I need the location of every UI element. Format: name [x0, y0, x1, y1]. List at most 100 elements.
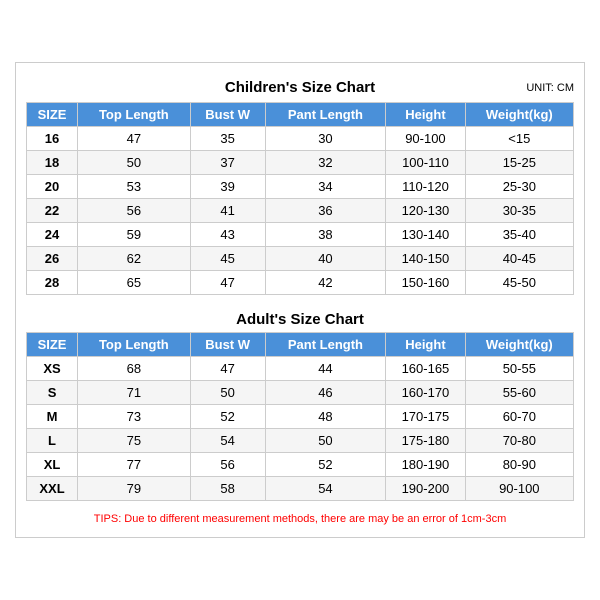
table-cell: 58 — [190, 477, 265, 501]
table-row: M735248170-17560-70 — [27, 405, 574, 429]
table-cell: 52 — [265, 453, 386, 477]
table-cell: 65 — [78, 271, 191, 295]
table-cell: 160-170 — [386, 381, 465, 405]
table-cell: 55-60 — [465, 381, 573, 405]
adult-section-title: Adult's Size Chart — [26, 303, 574, 332]
table-cell: 130-140 — [386, 223, 465, 247]
table-cell: 140-150 — [386, 247, 465, 271]
table-cell: 46 — [265, 381, 386, 405]
table-cell: 36 — [265, 199, 386, 223]
adult-header-cell: Top Length — [78, 333, 191, 357]
table-cell: 50 — [265, 429, 386, 453]
table-cell: 47 — [190, 271, 265, 295]
table-row: S715046160-17055-60 — [27, 381, 574, 405]
table-cell: 50-55 — [465, 357, 573, 381]
table-cell: 30 — [265, 127, 386, 151]
adult-header-row: SIZETop LengthBust WPant LengthHeightWei… — [27, 333, 574, 357]
table-row: 1647353090-100<15 — [27, 127, 574, 151]
table-cell: 30-35 — [465, 199, 573, 223]
table-row: 28654742150-16045-50 — [27, 271, 574, 295]
children-header-cell: Top Length — [78, 103, 191, 127]
adult-header-cell: Pant Length — [265, 333, 386, 357]
table-row: 22564136120-13030-35 — [27, 199, 574, 223]
table-cell: 25-30 — [465, 175, 573, 199]
adult-table-body: XS684744160-16550-55S715046160-17055-60M… — [27, 357, 574, 501]
table-cell: 16 — [27, 127, 78, 151]
table-cell: 53 — [78, 175, 191, 199]
table-cell: 41 — [190, 199, 265, 223]
table-cell: XS — [27, 357, 78, 381]
table-cell: 48 — [265, 405, 386, 429]
table-cell: 45-50 — [465, 271, 573, 295]
adult-title-text: Adult's Size Chart — [236, 311, 364, 328]
children-header-cell: Weight(kg) — [465, 103, 573, 127]
table-cell: 59 — [78, 223, 191, 247]
table-cell: XL — [27, 453, 78, 477]
table-row: 20533934110-12025-30 — [27, 175, 574, 199]
table-cell: 45 — [190, 247, 265, 271]
children-header-row: SIZETop LengthBust WPant LengthHeightWei… — [27, 103, 574, 127]
adult-table: SIZETop LengthBust WPant LengthHeightWei… — [26, 332, 574, 501]
table-cell: 150-160 — [386, 271, 465, 295]
children-header-cell: SIZE — [27, 103, 78, 127]
table-cell: L — [27, 429, 78, 453]
table-cell: 43 — [190, 223, 265, 247]
table-row: 24594338130-14035-40 — [27, 223, 574, 247]
adult-table-header: SIZETop LengthBust WPant LengthHeightWei… — [27, 333, 574, 357]
table-cell: 26 — [27, 247, 78, 271]
table-cell: 170-175 — [386, 405, 465, 429]
table-cell: 77 — [78, 453, 191, 477]
table-row: 18503732100-11015-25 — [27, 151, 574, 175]
table-cell: 20 — [27, 175, 78, 199]
table-cell: 190-200 — [386, 477, 465, 501]
table-cell: 32 — [265, 151, 386, 175]
adult-header-cell: Weight(kg) — [465, 333, 573, 357]
table-cell: 47 — [78, 127, 191, 151]
table-cell: 35-40 — [465, 223, 573, 247]
table-cell: 35 — [190, 127, 265, 151]
unit-label: UNIT: CM — [526, 82, 574, 94]
table-cell: 38 — [265, 223, 386, 247]
table-cell: 160-165 — [386, 357, 465, 381]
table-cell: 18 — [27, 151, 78, 175]
table-cell: 75 — [78, 429, 191, 453]
table-cell: 39 — [190, 175, 265, 199]
table-row: XS684744160-16550-55 — [27, 357, 574, 381]
table-cell: 28 — [27, 271, 78, 295]
table-cell: 71 — [78, 381, 191, 405]
children-header-cell: Bust W — [190, 103, 265, 127]
table-cell: 56 — [190, 453, 265, 477]
table-cell: 180-190 — [386, 453, 465, 477]
table-cell: 60-70 — [465, 405, 573, 429]
children-table-body: 1647353090-100<1518503732100-11015-25205… — [27, 127, 574, 295]
table-cell: 24 — [27, 223, 78, 247]
children-title-text: Children's Size Chart — [225, 79, 375, 96]
table-cell: 40 — [265, 247, 386, 271]
table-cell: 73 — [78, 405, 191, 429]
table-cell: 54 — [265, 477, 386, 501]
size-chart-container: Children's Size Chart UNIT: CM SIZETop L… — [15, 62, 585, 538]
table-cell: 50 — [190, 381, 265, 405]
table-row: 26624540140-15040-45 — [27, 247, 574, 271]
table-row: XXL795854190-20090-100 — [27, 477, 574, 501]
table-cell: 90-100 — [386, 127, 465, 151]
table-cell: M — [27, 405, 78, 429]
table-cell: 110-120 — [386, 175, 465, 199]
table-cell: 79 — [78, 477, 191, 501]
table-cell: 100-110 — [386, 151, 465, 175]
table-cell: 50 — [78, 151, 191, 175]
table-cell: 52 — [190, 405, 265, 429]
table-cell: 80-90 — [465, 453, 573, 477]
table-cell: 42 — [265, 271, 386, 295]
children-table: SIZETop LengthBust WPant LengthHeightWei… — [26, 102, 574, 295]
table-cell: 54 — [190, 429, 265, 453]
table-cell: XXL — [27, 477, 78, 501]
table-cell: 44 — [265, 357, 386, 381]
adult-header-cell: SIZE — [27, 333, 78, 357]
table-cell: S — [27, 381, 78, 405]
table-cell: <15 — [465, 127, 573, 151]
table-row: XL775652180-19080-90 — [27, 453, 574, 477]
children-header-cell: Height — [386, 103, 465, 127]
adult-header-cell: Bust W — [190, 333, 265, 357]
table-cell: 120-130 — [386, 199, 465, 223]
